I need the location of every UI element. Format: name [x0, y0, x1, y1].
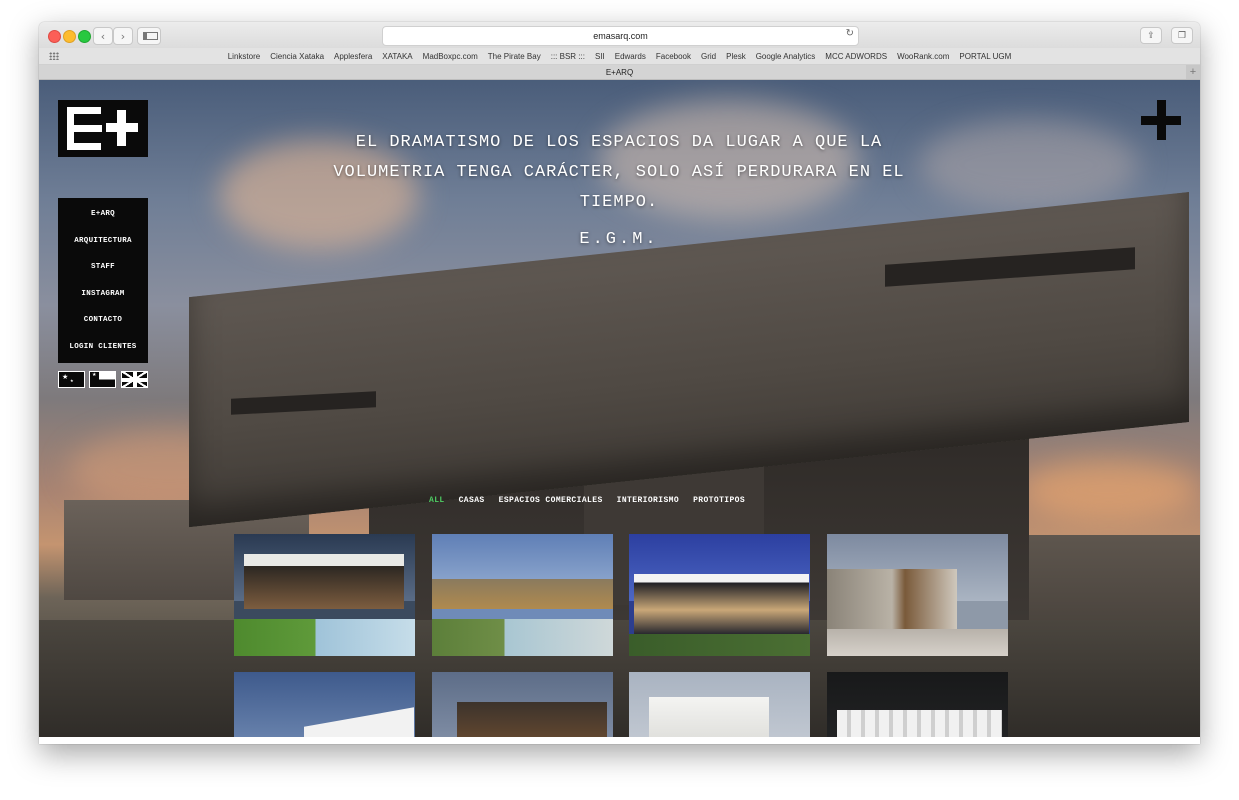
filter-interiorismo[interactable]: INTERIORISMO	[617, 496, 679, 505]
nav-item-arquitectura[interactable]: ARQUITECTURA	[58, 237, 148, 245]
plus-menu-icon[interactable]	[1141, 100, 1181, 140]
nav-item-contacto[interactable]: CONTACTO	[58, 316, 148, 324]
hero-quote: EL DRAMATISMO DE LOS ESPACIOS DA LUGAR A…	[333, 133, 905, 212]
bookmark-item[interactable]: MadBoxpc.com	[423, 52, 478, 61]
bookmark-item[interactable]: Google Analytics	[756, 52, 816, 61]
thumbnail-house	[432, 579, 613, 609]
background-cloud	[919, 120, 1139, 210]
bookmark-item[interactable]: SII	[595, 52, 605, 61]
bookmark-item[interactable]: MCC ADWORDS	[825, 52, 887, 61]
bookmark-item[interactable]: Linkstore	[228, 52, 260, 61]
hero-quote-author: E.G.M.	[579, 230, 659, 249]
project-thumbnail[interactable]	[432, 534, 613, 656]
project-thumbnail[interactable]	[827, 672, 1008, 744]
background-ground	[39, 620, 1200, 744]
project-thumbnail[interactable]	[234, 534, 415, 656]
project-thumbnail[interactable]	[629, 672, 810, 744]
nav-item-login-clientes[interactable]: LOGIN CLIENTES	[58, 343, 148, 351]
tab-title[interactable]: E+ARQ	[606, 68, 633, 77]
top-sites-grid-icon[interactable]	[49, 52, 59, 60]
site-logo[interactable]	[58, 100, 148, 157]
address-bar[interactable]: emasarq.com ↻	[382, 26, 859, 46]
close-window-button[interactable]	[48, 30, 61, 43]
thumbnail-lawn	[827, 629, 1008, 656]
zoom-window-button[interactable]	[78, 30, 91, 43]
forward-button[interactable]: ›	[113, 27, 133, 45]
uk-flag-icon[interactable]	[121, 371, 148, 388]
share-icon[interactable]: ⇪	[1140, 27, 1162, 44]
tabs-overview-icon[interactable]: ❐	[1171, 27, 1193, 44]
thumbnail-house	[244, 554, 404, 609]
bookmark-item[interactable]: The Pirate Bay	[488, 52, 541, 61]
filter-casas[interactable]: CASAS	[459, 496, 485, 505]
logo-e-mark	[67, 107, 102, 150]
filter-all[interactable]: ALL	[429, 496, 445, 505]
site-nav-menu: E+ARQ ARQUITECTURA STAFF INSTAGRAM CONTA…	[58, 198, 148, 363]
tab-bar: E+ARQ +	[39, 65, 1200, 80]
new-tab-icon[interactable]: +	[1186, 65, 1200, 79]
flag-star-icon: ★	[62, 373, 69, 381]
bookmark-item[interactable]: Facebook	[656, 52, 691, 61]
project-thumbnail[interactable]	[432, 672, 613, 744]
flag-star-icon: ★	[70, 378, 74, 383]
thumbnail-house	[827, 569, 957, 629]
page-viewport: E+ARQ ARQUITECTURA STAFF INSTAGRAM CONTA…	[39, 80, 1200, 744]
bookmark-item[interactable]: WooRank.com	[897, 52, 949, 61]
filter-espacios-comerciales[interactable]: ESPACIOS COMERCIALES	[499, 496, 603, 505]
thumbnail-house	[634, 574, 809, 634]
thumbnail-lawn	[432, 619, 613, 656]
browser-window: ‹ › emasarq.com ↻ ⇪ ❐ Linkstore Ciencia …	[39, 22, 1200, 744]
bookmark-item[interactable]: PORTAL UGM	[959, 52, 1011, 61]
back-button[interactable]: ‹	[93, 27, 113, 45]
chile-flag-icon[interactable]: ★	[89, 371, 116, 388]
filter-prototipos[interactable]: PROTOTIPOS	[693, 496, 745, 505]
china-flag-icon[interactable]: ★ ★	[58, 371, 85, 388]
project-thumbnail[interactable]	[234, 672, 415, 744]
bookmarks-bar: Linkstore Ciencia Xataka Applesfera XATA…	[39, 48, 1200, 65]
browser-titlebar: ‹ › emasarq.com ↻ ⇪ ❐	[39, 22, 1200, 48]
bookmark-item[interactable]: Plesk	[726, 52, 746, 61]
page-bottom-edge	[39, 737, 1200, 744]
background-cloud	[1019, 460, 1199, 520]
project-thumbnail[interactable]	[827, 534, 1008, 656]
logo-plus-mark	[117, 110, 126, 146]
bookmark-item[interactable]: Ciencia Xataka	[270, 52, 324, 61]
minimize-window-button[interactable]	[63, 30, 76, 43]
bookmark-item[interactable]: Applesfera	[334, 52, 372, 61]
nav-item-earq[interactable]: E+ARQ	[58, 210, 148, 218]
bookmark-item[interactable]: Grid	[701, 52, 716, 61]
bookmark-item[interactable]: XATAKA	[382, 52, 412, 61]
url-text: emasarq.com	[593, 31, 648, 41]
nav-item-staff[interactable]: STAFF	[58, 263, 148, 271]
sidebar-toggle-icon[interactable]	[137, 27, 161, 45]
project-thumbnail[interactable]	[629, 534, 810, 656]
flag-star-icon: ★	[92, 372, 97, 378]
bookmark-item[interactable]: Edwards	[615, 52, 646, 61]
thumbnail-lawn	[629, 634, 810, 656]
reload-icon[interactable]: ↻	[846, 28, 854, 39]
thumbnail-lawn	[234, 619, 415, 656]
nav-item-instagram[interactable]: INSTAGRAM	[58, 290, 148, 298]
project-filter-bar: ALL CASAS ESPACIOS COMERCIALES INTERIORI…	[429, 496, 829, 505]
bookmark-item[interactable]: ::: BSR :::	[551, 52, 585, 61]
